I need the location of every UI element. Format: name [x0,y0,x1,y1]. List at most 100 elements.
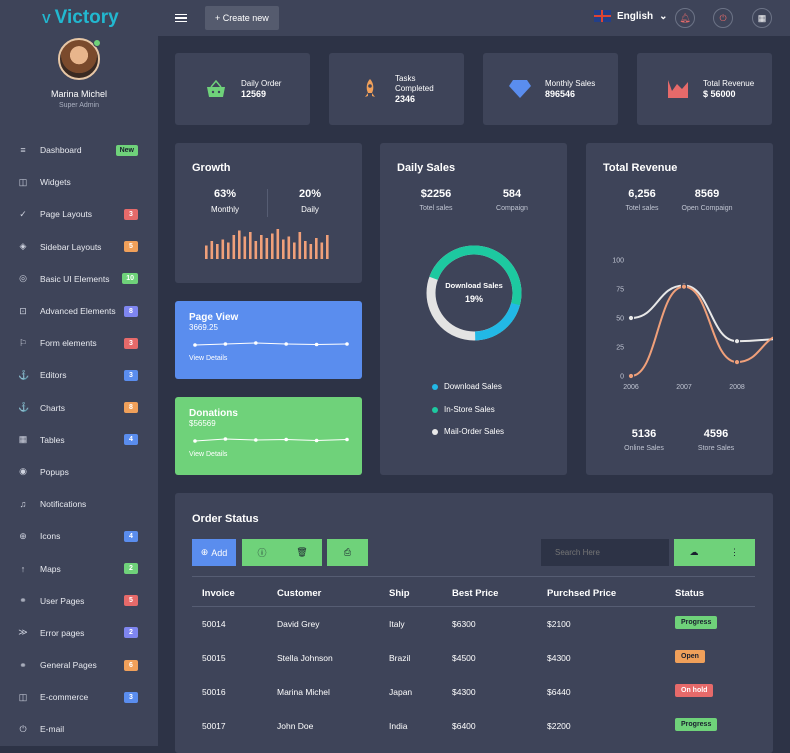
growth-daily: 20% Daily [288,188,332,214]
data-point [733,338,741,345]
sidebar-item-error-pages[interactable]: ≫ Error pages 2 [0,617,158,649]
table-cell-customer: David Grey [277,619,320,629]
sidebar-item-label: Editors [40,370,67,381]
growth-bar [254,241,258,259]
sidebar-item-popups[interactable]: ◉ Popups [0,456,158,488]
sidebar-item-label: Charts [40,402,66,413]
growth-bar [227,242,230,259]
online-sales-value: 5136 [631,428,657,440]
sidebar-item-sidebar-layouts[interactable]: ◈ Sidebar Layouts 5 [0,231,158,263]
table-cell-customer: John Doe [277,721,314,731]
card-title: Total Revenue [603,162,678,174]
sidebar-item-widgets[interactable]: ◫ Widgets [0,166,158,198]
sidebar-item-tables[interactable]: ▦ Tables 4 [0,424,158,456]
sparkline-point [254,341,258,345]
nav-icon: ⊡ [19,305,27,316]
power-icon[interactable]: ⏻ [713,8,733,28]
sidebar-item-label: Popups [40,466,69,477]
sidebar-item-page-layouts[interactable]: ✓ Page Layouts 3 [0,198,158,230]
sidebar: Marina Michel Super Admin ≡ Dashboard New ◫… [0,36,158,746]
nav-badge: 2 [124,563,138,575]
legend-item: Download Sales [432,382,502,391]
sidebar-item-maps[interactable]: ↑ Maps 2 [0,552,158,584]
delete-button[interactable]: 🗑︎ [282,539,322,566]
page-view-value: 3669.25 [189,323,218,332]
sidebar-item-charts[interactable]: ⚓ Charts 8 [0,392,158,424]
growth-bar [271,233,274,259]
y-tick-label: 0 [620,374,624,381]
profile-role: Super Admin [58,102,100,109]
sidebar-item-label: Tables [40,434,65,445]
language-selector[interactable]: English ⌄ [594,10,668,22]
legend-item: In-Store Sales [432,405,495,414]
growth-bar-chart [205,229,329,259]
sidebar-item-icons[interactable]: ⊕ Icons 4 [0,520,158,552]
table-cell-best: $4300 [452,687,476,697]
table-cell-ship: Italy [389,619,405,629]
brand-logo[interactable]: V Victory [0,7,158,29]
table-divider [192,606,755,607]
sidebar-nav: ≡ Dashboard New ◫ Widgets ✓ Page Layouts 3 ◈ Side… [0,134,158,746]
table-cell-best: $4500 [452,653,476,663]
info-button[interactable]: ⓘ [242,539,282,566]
sidebar-item-label: Icons [40,531,61,542]
sidebar-item-dashboard[interactable]: ≡ Dashboard New [0,134,158,166]
sidebar-item-advanced-elements[interactable]: ⊡ Advanced Elements 8 [0,295,158,327]
search-input[interactable] [541,539,669,566]
nav-badge: New [115,144,138,156]
top-bar: V Victory + Create new English ⌄ 🔔︎ ⏻ ▦ [0,0,790,36]
donut-chart [426,245,522,341]
trash-icon: 🗑︎ [296,547,308,557]
view-details-link[interactable]: View Details [189,355,227,362]
growth-bar [287,236,291,259]
sparkline-point [345,342,349,346]
total-revenue-card: Total Revenue 6,256 Totel sales 8569 Open … [586,143,773,475]
menu-toggle-icon[interactable] [175,13,187,23]
column-header: Customer [277,588,322,599]
create-new-button[interactable]: + Create new [205,6,279,30]
nav-icon: ✓ [19,208,27,219]
table-cell-invoice: 50017 [202,721,226,731]
stat-monthly-sales: Monthly Sales 896546 [483,53,618,125]
more-button[interactable]: ⋮ [714,539,755,566]
table-cell-invoice: 50014 [202,619,226,629]
view-details-link[interactable]: View Details [189,451,227,458]
sidebar-item-label: User Pages [40,595,85,606]
nav-badge: 2 [124,627,138,639]
sidebar-item-notifications[interactable]: ♫ Notifications [0,488,158,520]
cloud-button[interactable]: ☁ [674,539,714,566]
sidebar-item-general-pages[interactable]: ⚭ General Pages 6 [0,649,158,681]
grid-icon[interactable]: ▦ [752,8,772,28]
growth-monthly-label: Monthly [210,205,239,214]
sparkline-point [314,342,319,347]
bell-icon[interactable]: 🔔︎ [675,8,695,28]
sidebar-item-e-commerce[interactable]: ◫ E-commerce 3 [0,681,158,713]
sidebar-item-basic-ui-elements[interactable]: ◎ Basic UI Elements 10 [0,263,158,295]
x-tick-label: 2007 [676,384,692,391]
add-button[interactable]: ⊕ Add [192,539,236,566]
sidebar-item-user-pages[interactable]: ⚭ User Pages 5 [0,585,158,617]
table-cell-purchased: $2100 [547,619,571,629]
legend-label: Mail-Order Sales [444,427,505,436]
avatar[interactable] [58,38,101,80]
stat-tasks-completed: Tasks Completed 2346 [329,53,464,125]
language-label: English [617,10,654,22]
revenue-total: 6,256 Totel sales [614,188,670,212]
nav-badge: 8 [124,402,138,414]
chevron-down-icon: ⌄ [659,10,668,22]
growth-bar [260,235,263,259]
nav-icon: ≫ [18,627,28,638]
sparkline-point [223,437,228,441]
print-button[interactable]: ⎙ [327,539,368,566]
nav-icon: ↑ [20,563,26,574]
basket-icon [203,76,229,102]
sidebar-item-e-mail[interactable]: ⏻ E-mail [0,713,158,745]
legend-item: Mail-Order Sales [432,427,504,436]
donations-value: $56569 [189,419,216,428]
growth-bar [315,238,318,259]
sidebar-item-form-elements[interactable]: ⚐ Form elements 3 [0,327,158,359]
sidebar-item-editors[interactable]: ⚓ Editors 3 [0,359,158,391]
stat-label: Daily Order [241,78,282,88]
profile-name: Marina Michel [50,89,108,99]
table-cell-customer: Marina Michel [277,687,330,697]
